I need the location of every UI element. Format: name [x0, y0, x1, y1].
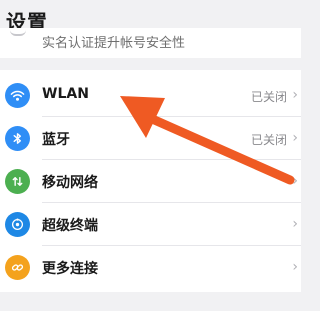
more-connections-label: 更多连接 — [42, 261, 98, 277]
wlan-status: 已关闭 — [250, 90, 287, 104]
chevron-right-icon: › — [292, 216, 298, 232]
previous-item-label: 实名认证提升帐号安全性 — [42, 36, 186, 51]
settings-item-more-connections[interactable]: 更多连接 › — [0, 246, 301, 289]
bluetooth-icon — [5, 126, 30, 151]
chevron-right-icon: › — [292, 259, 298, 275]
wifi-icon — [5, 83, 30, 108]
bluetooth-label: 蓝牙 — [42, 132, 70, 148]
mobile-data-icon — [5, 169, 30, 194]
connectivity-settings-group: WLAN 已关闭 › 蓝牙 已关闭 › 移动网络 › 超级终端 › 更多连接 › — [0, 70, 301, 292]
chevron-right-icon: › — [292, 173, 298, 189]
bottom-area — [0, 292, 301, 311]
settings-item-mobile-network[interactable]: 移动网络 › — [0, 160, 301, 203]
account-icon — [10, 30, 26, 36]
more-connections-icon — [5, 255, 30, 280]
chevron-right-icon: › — [292, 87, 298, 103]
settings-item-super-device[interactable]: 超级终端 › — [0, 203, 301, 246]
chevron-right-icon: › — [292, 130, 298, 146]
settings-item-bluetooth[interactable]: 蓝牙 已关闭 › — [0, 117, 301, 160]
mobile-network-label: 移动网络 — [42, 175, 98, 191]
settings-item-wlan[interactable]: WLAN 已关闭 › — [0, 74, 301, 117]
wlan-label: WLAN — [42, 86, 89, 102]
super-device-label: 超级终端 — [42, 218, 98, 234]
bluetooth-status: 已关闭 — [250, 133, 287, 147]
previous-settings-item[interactable]: 实名认证提升帐号安全性 — [0, 28, 301, 58]
super-device-icon — [5, 212, 30, 237]
